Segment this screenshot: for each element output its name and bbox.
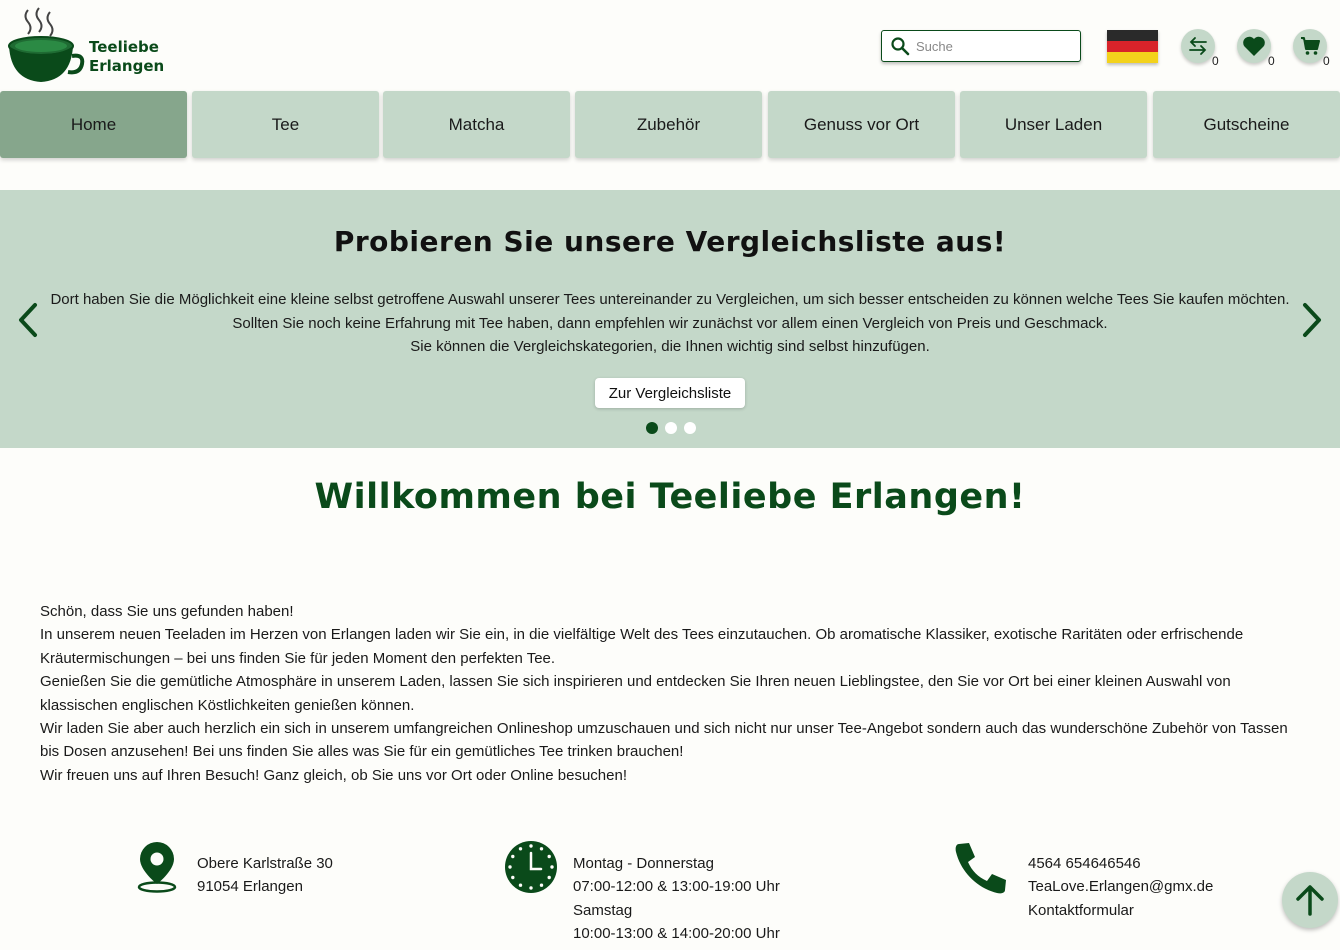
brand-name-line1: Teeliebe — [89, 38, 159, 56]
welcome-paragraph: Schön, dass Sie uns gefunden haben! — [40, 603, 294, 620]
chevron-right-icon[interactable] — [1300, 302, 1324, 338]
address-block: Obere Karlstraße 30 91054 Erlangen — [197, 852, 333, 899]
hero-carousel: Probieren Sie unsere Vergleichsliste aus… — [0, 190, 1340, 448]
hero-title: Probieren Sie unsere Vergleichsliste aus… — [333, 225, 1007, 258]
opening-hours: Montag - Donnerstag 07:00-12:00 & 13:00-… — [573, 852, 780, 946]
cart-button[interactable] — [1293, 29, 1327, 63]
nav-tab-unser-laden[interactable]: Unser Laden — [960, 91, 1147, 158]
hours-days-weekdays: Montag - Donnerstag — [573, 855, 714, 872]
back-to-top-button[interactable] — [1282, 872, 1338, 928]
nav-tab-matcha[interactable]: Matcha — [383, 91, 570, 158]
nav-tab-gutscheine[interactable]: Gutscheine — [1153, 91, 1340, 158]
search-box[interactable] — [881, 30, 1081, 62]
welcome-paragraph: Genießen Sie die gemütliche Atmosphäre i… — [40, 673, 1231, 714]
carousel-dot[interactable] — [665, 422, 677, 434]
brand-name: Teeliebe Erlangen — [89, 38, 164, 76]
teacup-logo-icon — [8, 7, 85, 82]
address-street: Obere Karlstraße 30 — [197, 855, 333, 872]
contact-form-link[interactable]: Kontaktformular — [1028, 899, 1213, 922]
nav-tab-home[interactable]: Home — [0, 91, 187, 158]
hours-days-saturday: Samstag — [573, 901, 633, 919]
contact-email[interactable]: TeaLove.Erlangen@gmx.de — [1028, 875, 1213, 898]
location-pin-icon — [137, 842, 177, 893]
nav-tab-zubehoer[interactable]: Zubehör — [575, 91, 762, 158]
contact-block: 4564 654646546 TeaLove.Erlangen@gmx.de K… — [1028, 852, 1213, 922]
arrow-up-icon — [1296, 885, 1324, 916]
hours-times-saturday: 10:00-13:00 & 14:00-20:00 Uhr — [573, 925, 780, 943]
carousel-dots — [646, 422, 696, 434]
welcome-title: Willkommen bei Teeliebe Erlangen! — [314, 477, 1026, 517]
welcome-paragraph: Wir freuen uns auf Ihren Besuch! Ganz gl… — [40, 766, 627, 784]
hero-line: Sollten Sie noch keine Erfahrung mit Tee… — [232, 314, 1108, 332]
welcome-paragraph: In unserem neuen Teeladen im Herzen von … — [40, 626, 1244, 667]
cart-count: 0 — [1323, 54, 1330, 68]
compare-count: 0 — [1212, 54, 1219, 68]
hero-text: Dort haben Sie die Möglichkeit eine klei… — [0, 288, 1340, 359]
welcome-text: Schön, dass Sie uns gefunden haben! In u… — [40, 600, 1310, 787]
hero-line: Sie können die Vergleichskategorien, die… — [410, 338, 930, 355]
carousel-dot[interactable] — [646, 422, 658, 434]
main-nav: Home Tee Matcha Zubehör Genuss vor Ort U… — [0, 91, 1340, 159]
address-city: 91054 Erlangen — [197, 878, 303, 896]
wishlist-count: 0 — [1268, 54, 1275, 68]
cart-icon — [1301, 37, 1320, 55]
compare-button[interactable] — [1181, 29, 1215, 63]
compare-arrows-icon — [1189, 37, 1207, 55]
hours-times-weekdays: 07:00-12:00 & 13:00-19:00 Uhr — [573, 878, 780, 896]
chevron-left-icon[interactable] — [16, 302, 40, 338]
brand-name-line2: Erlangen — [89, 57, 165, 75]
nav-tab-genuss-vor-ort[interactable]: Genuss vor Ort — [768, 91, 955, 158]
search-icon — [891, 37, 910, 56]
logo[interactable]: Teeliebe Erlangen — [6, 6, 166, 86]
compare-list-button[interactable]: Zur Vergleichsliste — [595, 378, 745, 408]
hero-line: Dort haben Sie die Möglichkeit eine klei… — [50, 291, 1290, 308]
search-input[interactable] — [916, 38, 1066, 54]
wishlist-button[interactable] — [1237, 29, 1271, 63]
carousel-dot[interactable] — [684, 422, 696, 434]
welcome-paragraph: Wir laden Sie aber auch herzlich ein sic… — [40, 720, 1288, 761]
heart-icon — [1243, 36, 1265, 56]
clock-icon — [505, 841, 557, 893]
phone-icon — [955, 843, 1006, 894]
contact-phone[interactable]: 4564 654646546 — [1028, 852, 1213, 875]
nav-tab-tee[interactable]: Tee — [192, 91, 379, 158]
language-flag-icon[interactable] — [1107, 30, 1158, 63]
